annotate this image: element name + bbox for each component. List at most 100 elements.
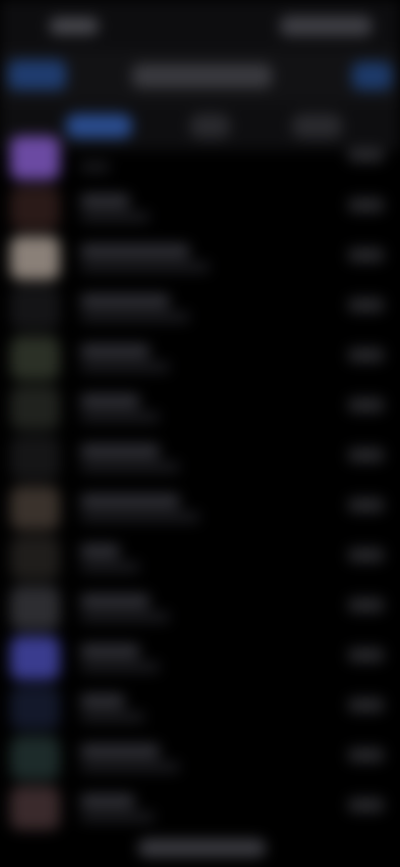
list-item-subtitle-text [80,362,81,363]
page-title [132,64,272,88]
list-item[interactable] [0,130,400,180]
list-item[interactable] [0,730,400,780]
list-item-meta [348,498,384,512]
list-item-title [80,394,140,408]
list-item-subtitle-text [80,812,81,813]
status-time-text [50,18,51,19]
avatar [10,186,60,230]
list-item[interactable] [0,680,400,730]
avatar [10,336,60,380]
list-item-meta-text [348,548,349,549]
avatar [10,286,60,330]
nav-left-button-label [8,60,9,61]
avatar [10,586,60,630]
list-item-title-text [80,494,81,495]
list-item-subtitle [80,462,180,472]
list-item-subtitle [80,712,145,722]
list-item-meta [348,798,384,812]
nav-right-button[interactable] [352,62,392,90]
list-item-title [80,794,135,808]
avatar [10,436,60,480]
list-item-meta-text [348,648,349,649]
filter-tab-3-label [292,114,293,115]
nav-right-button-label [352,62,353,63]
list-item[interactable] [0,230,400,280]
list-item-subtitle-text [80,712,81,713]
list-item-meta-text [348,748,349,749]
list-item-meta [348,148,384,162]
list-item-title [80,594,150,608]
list-item-meta [348,698,384,712]
status-bar [0,0,400,50]
list-item[interactable] [0,480,400,530]
list-item-title [80,344,150,358]
list-item-title-text [80,194,81,195]
list-item[interactable] [0,180,400,230]
status-time [50,18,98,34]
list-item-meta-text [348,598,349,599]
avatar [10,386,60,430]
list-item-meta-text [348,248,349,249]
list-item-title [80,544,120,558]
wifi-icon [280,16,281,17]
list-item-subtitle [80,312,190,322]
list-item[interactable] [0,430,400,480]
avatar [10,736,60,780]
home-indicator[interactable] [138,839,266,857]
list-item-title-text [80,744,81,745]
list-item-meta-text [348,798,349,799]
list-item-meta-text [348,448,349,449]
list-item-title [80,294,170,308]
page-title-text [132,64,133,65]
list-item-meta-text [348,698,349,699]
list-item-subtitle [80,212,150,222]
list-item-meta [348,548,384,562]
list-item-subtitle-text [80,762,81,763]
list-item-title [80,444,160,458]
list-item-title-text [80,344,81,345]
list-item-meta [348,348,384,362]
filter-tab-2-label [190,114,191,115]
list-item-title-text [80,794,81,795]
list-item-meta-text [348,198,349,199]
list-item-meta-text [348,398,349,399]
list-item-meta [348,248,384,262]
list-item-meta [348,448,384,462]
list-item-title-text [80,544,81,545]
list-item-meta [348,748,384,762]
list-item-subtitle-text [80,412,81,413]
list-item-title-text [80,694,81,695]
nav-left-button[interactable] [8,60,66,90]
app-screen [0,0,400,867]
list-item-meta [348,198,384,212]
list-item[interactable] [0,330,400,380]
filter-tab-1-label [66,114,67,115]
list-item-meta [348,598,384,612]
list-item-subtitle [80,412,160,422]
list-item-title [80,194,130,208]
list-item-meta [348,298,384,312]
list-item-subtitle-text [80,562,81,563]
list-item-meta-text [348,148,349,149]
list-item-subtitle-text [80,462,81,463]
top-navigation-bar [0,50,400,102]
avatar [10,486,60,530]
list-item[interactable] [0,530,400,580]
list-item-meta-text [348,298,349,299]
list-item[interactable] [0,380,400,430]
signal-icon [280,16,281,17]
list-item-subtitle-text [80,262,81,263]
list-item-subtitle-text [80,312,81,313]
battery-icon [280,16,281,17]
list-item-subtitle [80,262,210,272]
list-item[interactable] [0,780,400,830]
avatar [10,536,60,580]
list-item-title-text [80,244,81,245]
list-item-title-text [80,294,81,295]
list-item-title [80,694,125,708]
list-item[interactable] [0,630,400,680]
list-item[interactable] [0,280,400,330]
list-item-title-text [80,594,81,595]
list-item[interactable] [0,580,400,630]
list-item-subtitle-text [80,162,81,163]
